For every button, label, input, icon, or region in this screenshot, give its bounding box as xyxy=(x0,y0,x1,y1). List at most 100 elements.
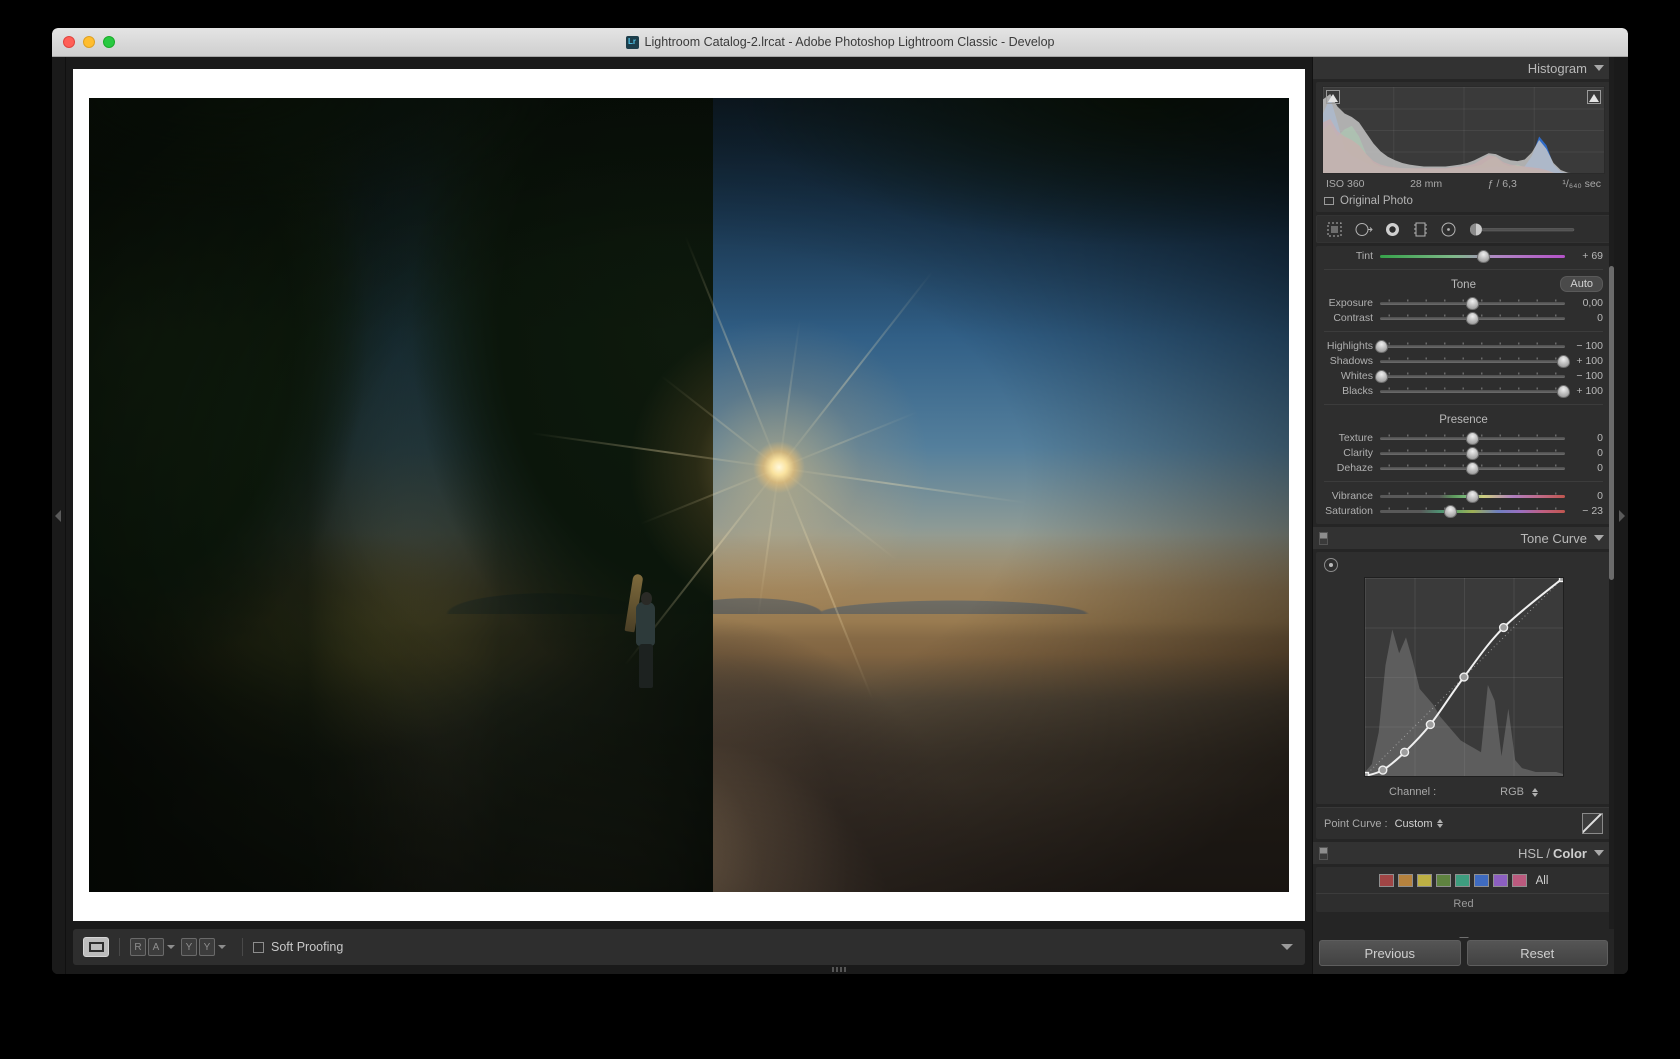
hsl-swatch-6[interactable] xyxy=(1492,874,1508,887)
slider-label-highlights: Highlights xyxy=(1326,339,1373,352)
slider-row-tint[interactable]: Tint + 69 xyxy=(1322,248,1605,263)
shadow-clipping-icon[interactable] xyxy=(1326,90,1340,104)
slider-row-dehaze[interactable]: Dehaze 0 xyxy=(1322,460,1605,475)
chevron-down-icon[interactable] xyxy=(1594,65,1604,71)
slider-knob-contrast[interactable] xyxy=(1466,311,1479,325)
point-curve-value[interactable]: Custom xyxy=(1395,818,1433,830)
show-left-panel-arrow-icon[interactable] xyxy=(55,509,61,522)
slider-track-clarity[interactable] xyxy=(1380,446,1565,460)
left-panel-collapsed-strip[interactable] xyxy=(52,57,66,974)
soft-proofing-checkbox[interactable] xyxy=(253,941,264,953)
slider-track-shadows[interactable] xyxy=(1380,354,1570,368)
slider-track-vibrance[interactable] xyxy=(1380,489,1565,503)
tone-curve-control-point[interactable] xyxy=(1558,578,1563,583)
before-after-copy-button[interactable]: Y Y xyxy=(181,938,215,956)
slider-track-dehaze[interactable] xyxy=(1380,461,1565,475)
develop-photo-preview[interactable] xyxy=(89,98,1289,892)
slider-row-clarity[interactable]: Clarity 0 xyxy=(1322,445,1605,460)
tone-curve-control-point[interactable] xyxy=(1399,747,1409,757)
tone-curve-graph[interactable] xyxy=(1363,577,1564,777)
slider-knob-dehaze[interactable] xyxy=(1466,461,1479,475)
reset-button[interactable]: Reset xyxy=(1466,940,1608,966)
filmstrip-resize-grip[interactable] xyxy=(832,967,848,972)
point-curve-row[interactable]: Point Curve : Custom xyxy=(1316,807,1611,839)
slider-knob-clarity[interactable] xyxy=(1466,446,1479,460)
right-panel-collapse-caret[interactable] xyxy=(1313,929,1614,942)
hsl-swatch-1[interactable] xyxy=(1397,874,1413,887)
hsl-swatch-5[interactable] xyxy=(1473,874,1489,887)
previous-button[interactable]: Previous xyxy=(1319,940,1461,966)
slider-row-whites[interactable]: Whites − 100 xyxy=(1322,368,1605,383)
spot-removal-icon[interactable] xyxy=(1354,221,1373,238)
hsl-enable-switch[interactable] xyxy=(1319,846,1328,860)
slider-track-tint[interactable] xyxy=(1380,249,1565,263)
slider-track-exposure[interactable] xyxy=(1380,296,1565,310)
show-right-panel-arrow-icon[interactable] xyxy=(1619,509,1625,522)
slider-row-highlights[interactable]: Highlights − 100 xyxy=(1322,338,1605,353)
slider-knob-texture[interactable] xyxy=(1466,431,1479,445)
slider-track-blacks[interactable] xyxy=(1380,384,1570,398)
point-curve-stepper-icon[interactable] xyxy=(1436,819,1443,828)
slider-knob-exposure[interactable] xyxy=(1466,296,1479,310)
original-photo-row[interactable]: Original Photo xyxy=(1322,190,1605,207)
slider-knob-shadows[interactable] xyxy=(1556,354,1570,368)
slider-row-vibrance[interactable]: Vibrance 0 xyxy=(1322,488,1605,503)
hsl-all-button[interactable]: All xyxy=(1536,875,1549,887)
curve-edit-icon[interactable] xyxy=(1582,813,1603,834)
hsl-swatch-3[interactable] xyxy=(1435,874,1451,887)
histogram-panel-header[interactable]: Histogram xyxy=(1313,57,1614,79)
slider-track-contrast[interactable] xyxy=(1380,311,1565,325)
slider-knob-saturation[interactable] xyxy=(1443,504,1457,518)
slider-row-exposure[interactable]: Exposure 0,00 xyxy=(1322,295,1605,310)
slider-knob-tint[interactable] xyxy=(1477,249,1491,263)
slider-track-highlights[interactable] xyxy=(1375,339,1565,353)
targeted-adjustment-icon[interactable] xyxy=(1324,558,1338,572)
hsl-swatch-0[interactable] xyxy=(1378,874,1394,887)
hsl-color-panel-header[interactable]: HSL / Color xyxy=(1313,842,1614,864)
right-panel-collapsed-strip[interactable] xyxy=(1614,57,1628,974)
tone-curve-enable-switch[interactable] xyxy=(1319,531,1328,545)
slider-row-blacks[interactable]: Blacks + 100 xyxy=(1322,383,1605,398)
minimize-window-button[interactable] xyxy=(83,36,95,48)
slider-row-saturation[interactable]: Saturation − 23 xyxy=(1322,503,1605,518)
tone-curve-control-point[interactable] xyxy=(1364,771,1369,776)
hsl-swatch-7[interactable] xyxy=(1511,874,1527,887)
exif-aperture: ƒ / 6,3 xyxy=(1487,178,1517,190)
before-after-button[interactable]: R A xyxy=(130,938,164,956)
auto-tone-button[interactable]: Auto xyxy=(1560,276,1603,292)
toolbar-options-caret-icon[interactable] xyxy=(1281,944,1293,950)
tone-curve-control-point[interactable] xyxy=(1458,672,1469,682)
slider-row-shadows[interactable]: Shadows + 100 xyxy=(1322,353,1605,368)
maximize-window-button[interactable] xyxy=(103,36,115,48)
histogram-graph[interactable] xyxy=(1322,86,1605,174)
slider-track-whites[interactable] xyxy=(1375,369,1565,383)
crop-icon[interactable] xyxy=(1326,221,1343,238)
slider-row-contrast[interactable]: Contrast 0 xyxy=(1322,310,1605,325)
hsl-swatch-4[interactable] xyxy=(1454,874,1470,887)
chevron-down-icon[interactable] xyxy=(1594,535,1604,541)
copy-settings-dropdown-caret-icon[interactable] xyxy=(218,945,226,949)
slider-row-texture[interactable]: Texture 0 xyxy=(1322,430,1605,445)
tone-curve-control-point[interactable] xyxy=(1425,719,1435,730)
tone-curve-control-point[interactable] xyxy=(1498,622,1508,633)
hsl-swatch-2[interactable] xyxy=(1416,874,1432,887)
tone-curve-panel-header[interactable]: Tone Curve xyxy=(1313,527,1614,549)
chevron-down-icon[interactable] xyxy=(1594,850,1604,856)
slider-track-saturation[interactable] xyxy=(1380,504,1565,518)
red-eye-icon[interactable] xyxy=(1384,221,1401,238)
before-after-dropdown-caret-icon[interactable] xyxy=(167,945,175,949)
mask-icon[interactable] xyxy=(1412,221,1429,238)
tone-curve-channel-row[interactable]: Channel : RGB xyxy=(1322,786,1605,798)
loupe-view-button[interactable] xyxy=(83,937,109,957)
highlight-clipping-icon[interactable] xyxy=(1587,90,1601,104)
slider-track-texture[interactable] xyxy=(1380,431,1565,445)
radial-gradient-icon[interactable] xyxy=(1440,221,1457,238)
slider-knob-vibrance[interactable] xyxy=(1466,489,1479,503)
channel-stepper-icon[interactable] xyxy=(1531,787,1538,797)
slider-knob-blacks[interactable] xyxy=(1556,384,1570,398)
tone-curve-control-point[interactable] xyxy=(1377,765,1387,775)
close-window-button[interactable] xyxy=(63,36,75,48)
copy-settings-right-icon: Y xyxy=(199,938,215,956)
channel-value[interactable]: RGB xyxy=(1500,786,1524,798)
brush-icon[interactable] xyxy=(1468,221,1601,238)
